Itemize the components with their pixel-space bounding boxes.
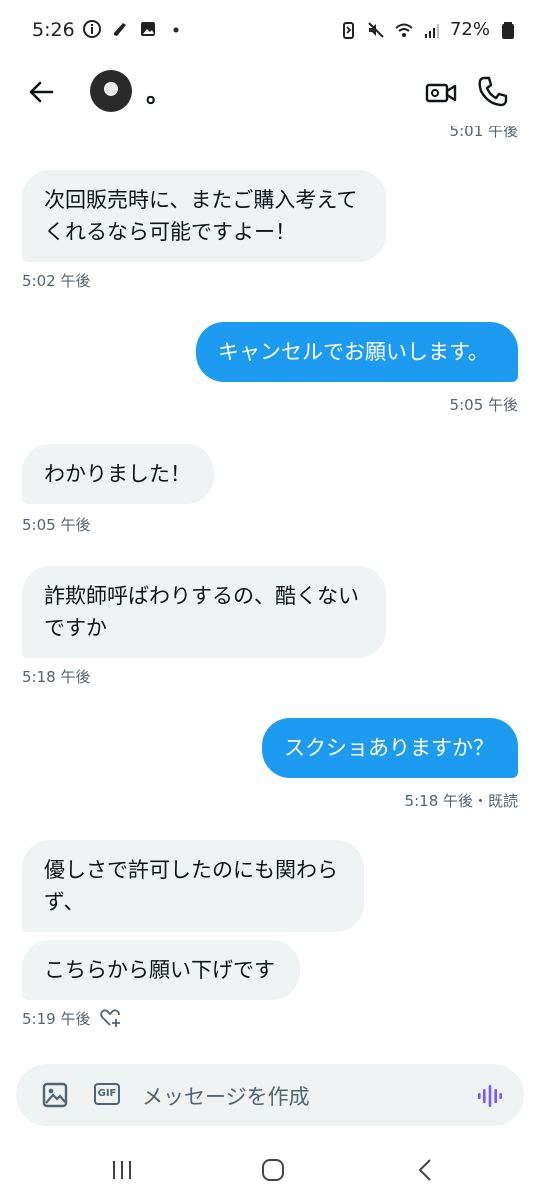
- outgoing-message-bubble[interactable]: キャンセルでお願いします。: [196, 322, 518, 382]
- dot-icon: [173, 27, 179, 33]
- message-list[interactable]: 5:01 午後 次回販売時に、またご購入考えてくれるなら可能ですよー！ 5:02…: [0, 126, 540, 1056]
- battery-icon: [502, 21, 514, 39]
- message-timestamp-read: 5:18 午後・既読: [404, 792, 518, 810]
- mute-icon: [368, 21, 384, 38]
- video-call-icon[interactable]: [424, 76, 458, 110]
- incoming-message-bubble[interactable]: 次回販売時に、またご購入考えてくれるなら可能ですよー！: [22, 170, 386, 262]
- message-timestamp: 5:01 午後: [449, 126, 518, 140]
- avatar[interactable]: [90, 70, 132, 112]
- message-timestamp: 5:02 午後: [22, 272, 91, 290]
- home-icon[interactable]: [261, 1158, 285, 1182]
- outgoing-message-bubble[interactable]: スクショありますか？: [262, 718, 518, 778]
- message-input[interactable]: [140, 1081, 464, 1113]
- incoming-message-bubble[interactable]: わかりました！: [22, 444, 214, 504]
- incoming-message-bubble[interactable]: 優しさで許可したのにも関わらず、: [22, 840, 364, 932]
- pen-icon: [114, 23, 126, 36]
- status-bar: 5:26 72%: [0, 0, 540, 60]
- gallery-icon: [141, 22, 155, 36]
- voice-message-icon[interactable]: [476, 1082, 504, 1110]
- image-icon[interactable]: [42, 1082, 68, 1108]
- incoming-message-bubble[interactable]: こちらから願い下げです: [22, 940, 300, 1000]
- system-nav-bar: [0, 1140, 540, 1200]
- conversation-header: 。: [0, 60, 540, 126]
- incoming-message-bubble[interactable]: 詐欺師呼ばわりするの、酷くないですか: [22, 566, 386, 658]
- message-composer: GIF: [16, 1064, 524, 1126]
- back-arrow-icon[interactable]: [24, 74, 60, 110]
- gif-icon[interactable]: GIF: [94, 1083, 120, 1105]
- message-timestamp: 5:18 午後: [22, 668, 91, 686]
- info-icon: [83, 20, 101, 38]
- nav-back-icon[interactable]: [414, 1158, 438, 1182]
- battery-percent: 72%: [449, 19, 490, 40]
- add-reaction-icon[interactable]: [98, 1006, 122, 1030]
- recent-apps-icon[interactable]: [110, 1158, 134, 1182]
- message-timestamp: 5:05 午後: [449, 396, 518, 414]
- contact-name[interactable]: 。: [146, 74, 170, 109]
- status-time: 5:26: [32, 19, 75, 41]
- phone-call-icon[interactable]: [476, 74, 510, 108]
- message-timestamp: 5:19 午後: [22, 1010, 91, 1028]
- battery-saver-icon: [342, 21, 354, 39]
- wifi-icon: [395, 23, 413, 37]
- signal-icon: [424, 23, 439, 38]
- message-timestamp: 5:05 午後: [22, 516, 91, 534]
